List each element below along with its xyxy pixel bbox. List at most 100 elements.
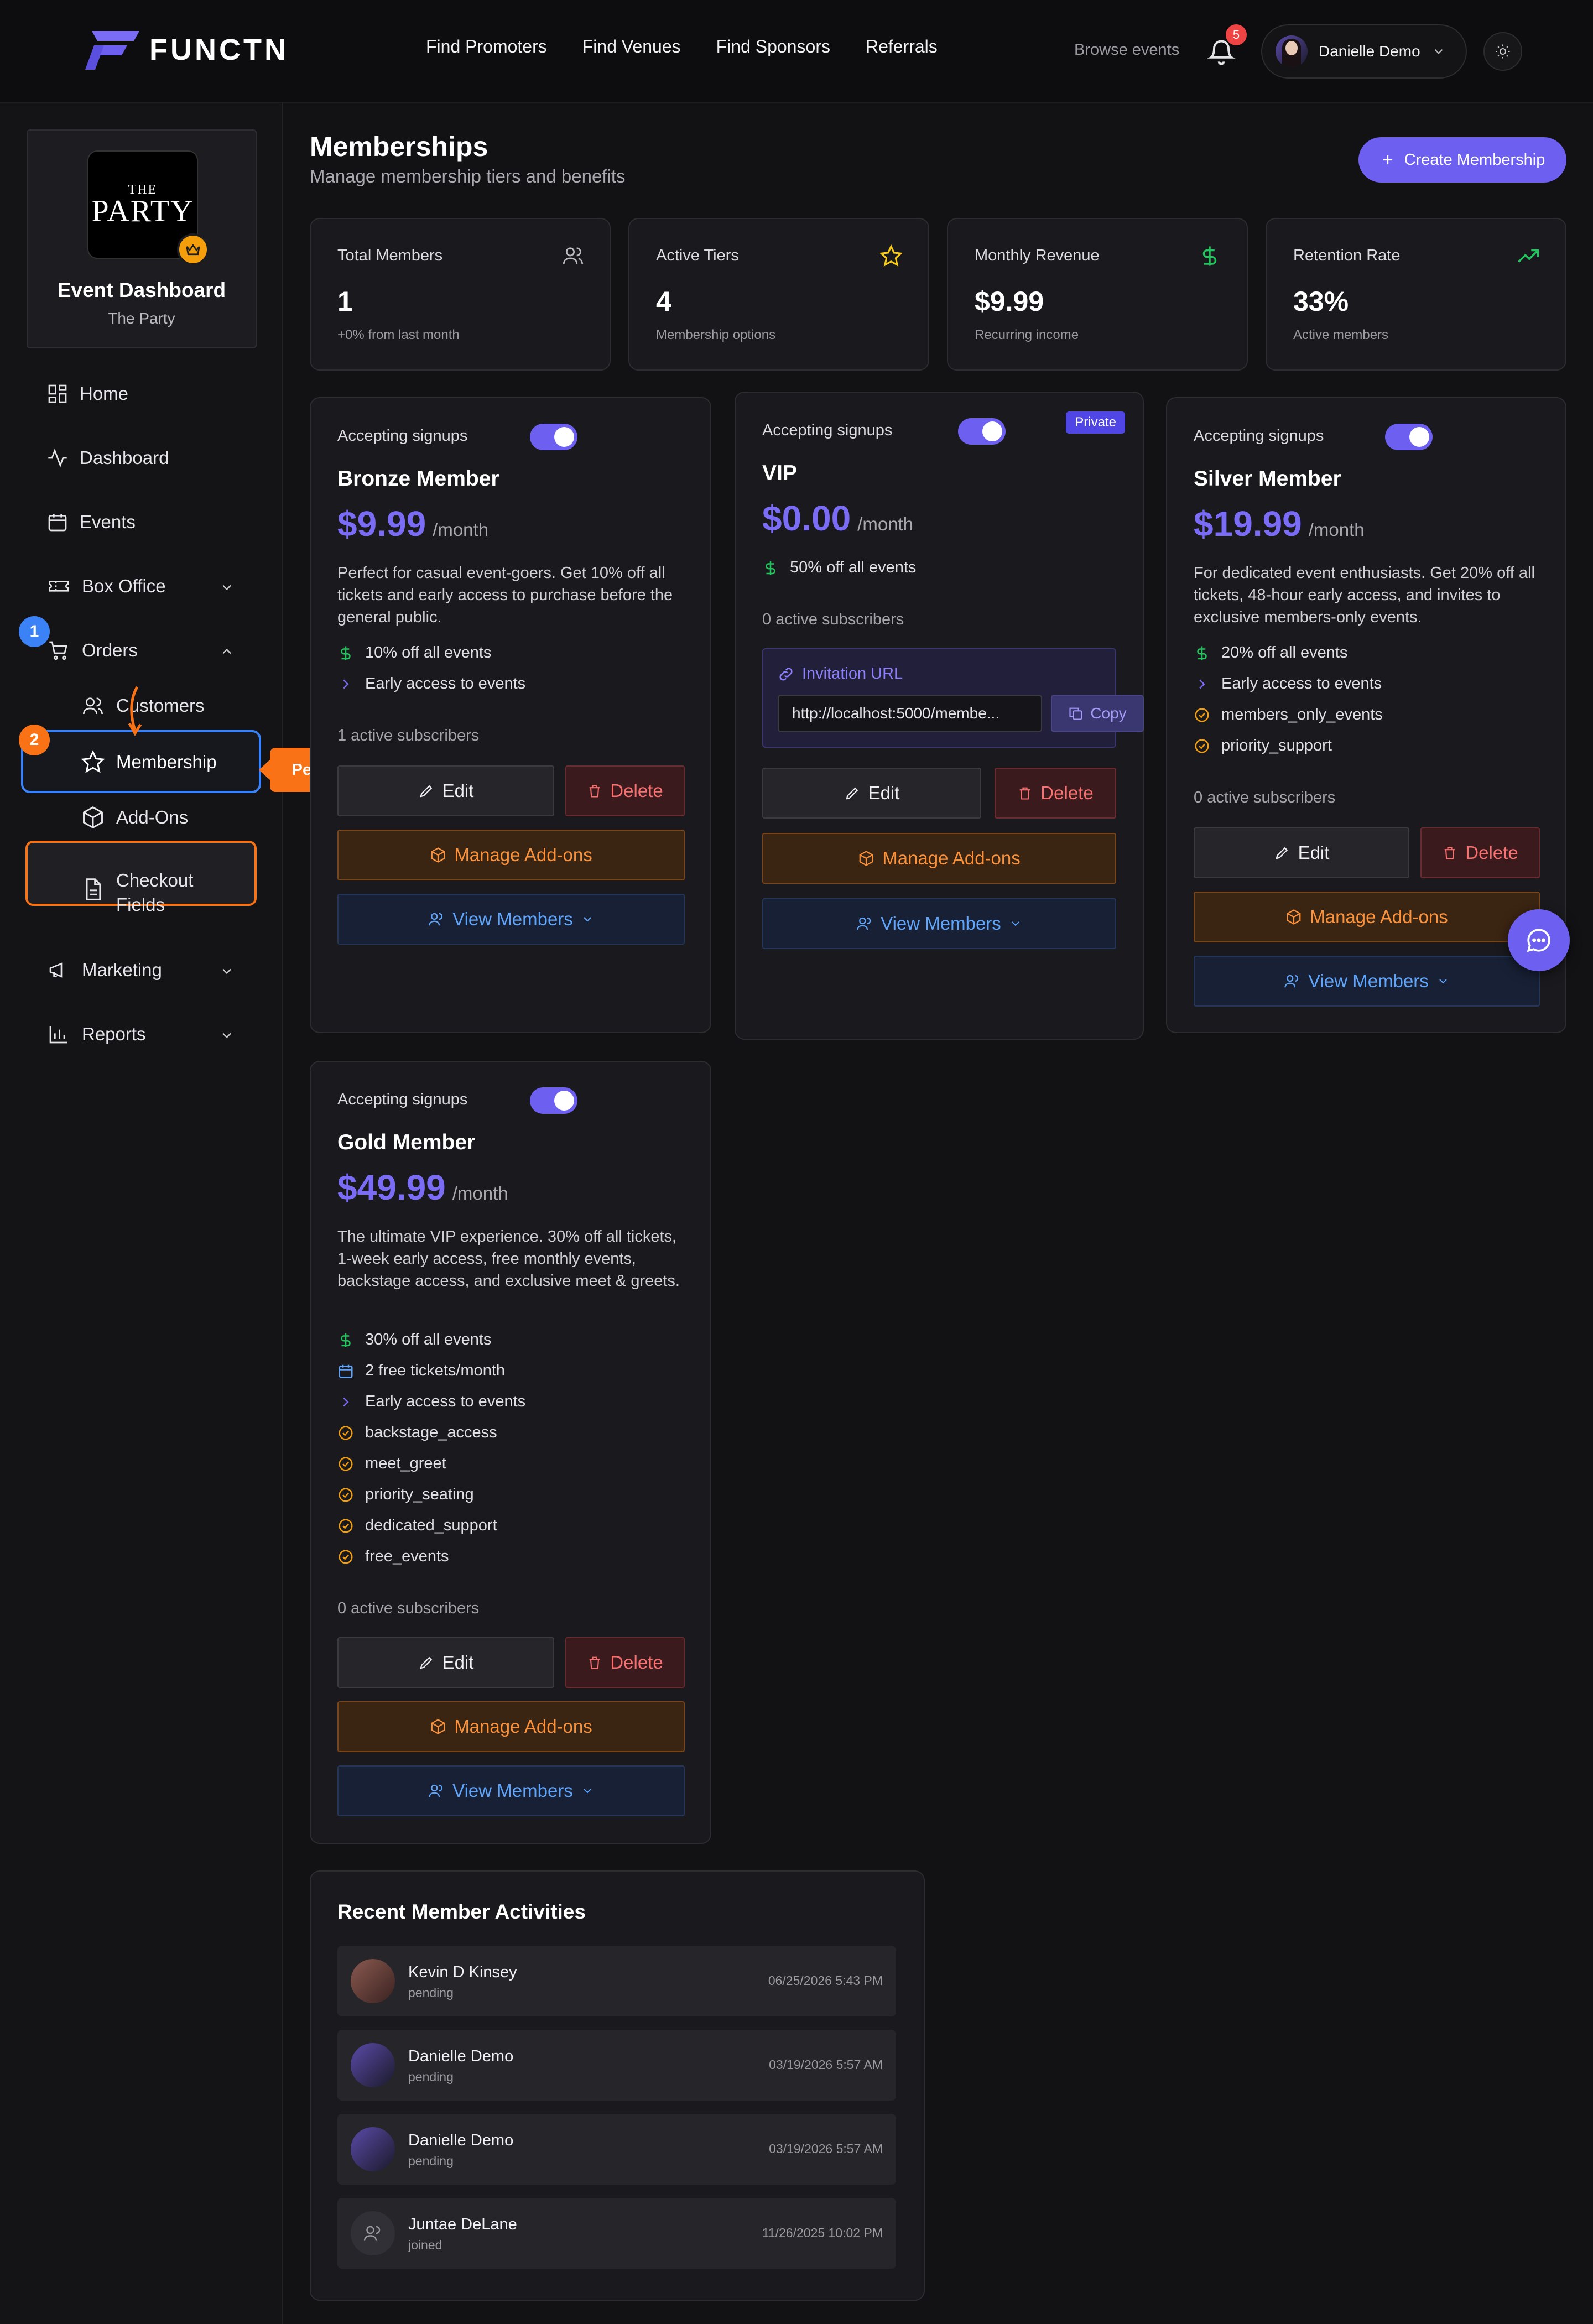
invitation-url-label: Invitation URL [802,665,903,682]
sidebar-item-events[interactable]: Events [46,511,136,533]
member-status: pending [408,1986,454,2000]
event-logo: THE PARTY [87,150,209,265]
nav-find-promoters[interactable]: Find Promoters [426,37,547,57]
activity-row[interactable]: Danielle Demo pending 03/19/2026 5:57 AM [337,2030,896,2101]
view-members-button[interactable]: View Members [762,898,1116,949]
manage-addons-button[interactable]: Manage Add-ons [1194,892,1540,942]
perk-label: free_events [365,1547,449,1565]
sidebar-item-box-office[interactable]: Box Office [46,575,166,597]
perk-label: 20% off all events [1221,644,1348,661]
chevron-up-icon[interactable] [219,644,235,659]
view-members-label: View Members [881,913,1001,934]
accepting-signups-toggle[interactable] [958,418,1006,445]
member-status: pending [408,2070,454,2084]
accepting-signups-toggle[interactable] [530,424,577,450]
stat-value: 1 [337,286,353,317]
page-title: Memberships [310,131,488,162]
main-nav: Find Promoters Find Venues Find Sponsors… [426,37,938,57]
accepting-signups-label: Accepting signups [1194,427,1324,445]
tier-description: The ultimate VIP experience. 30% off all… [337,1228,680,1290]
browse-events-link[interactable]: Browse events [1074,41,1179,59]
tier-price-period: /month [1308,519,1365,540]
tier-price-amount: $9.99 [337,504,426,544]
edit-button[interactable]: Edit [1194,827,1409,878]
tier-price-amount: $19.99 [1194,504,1302,544]
user-menu-button[interactable]: Danielle Demo [1261,24,1467,79]
trash-icon [589,785,600,798]
stat-sub: Active members [1293,327,1389,342]
activities-title: Recent Member Activities [337,1900,586,1923]
view-members-button[interactable]: View Members [337,1765,685,1816]
chevron-right-icon [343,1397,349,1406]
chevron-down-icon[interactable] [219,1028,235,1043]
activity-time: 06/25/2026 5:43 PM [768,1973,883,1988]
view-members-button[interactable]: View Members [337,894,685,945]
active-subscribers-count: 1 active subscribers [337,727,480,744]
copy-url-button[interactable]: Copy [1051,695,1144,732]
chevron-down-icon [1012,921,1019,926]
sidebar-item-dashboard[interactable]: Dashboard [46,447,169,469]
perk-item: Early access to events [337,1393,525,1411]
sidebar-item-reports[interactable]: Reports [46,1023,146,1045]
view-members-button[interactable]: View Members [1194,956,1540,1007]
sidebar-item-home[interactable]: Home [46,383,128,405]
sun-icon [1496,44,1510,59]
sidebar-item-orders[interactable]: Orders [46,639,138,661]
activity-time: 03/19/2026 5:57 AM [769,2141,883,2156]
page-subtitle: Manage membership tiers and benefits [310,166,626,186]
ticket-icon [49,581,69,592]
users-icon [1284,975,1299,988]
sidebar-item-label: Fields [116,894,165,915]
invitation-url-field[interactable]: http://localhost:5000/membe... [778,695,1042,732]
tier-description: Perfect for casual event-goers. Get 10% … [337,564,673,626]
trending-up-icon [1518,249,1539,263]
edit-button[interactable]: Edit [762,768,981,819]
accepting-signups-label: Accepting signups [762,421,893,439]
badge-check-icon [339,1457,353,1471]
create-membership-button[interactable]: Create Membership [1358,137,1566,183]
member-avatar [351,1959,395,2003]
sidebar-item-label: Home [80,383,129,404]
accepting-signups-toggle[interactable] [1385,424,1433,450]
perk-label: Early access to events [365,1393,526,1410]
accepting-signups-label: Accepting signups [337,1091,468,1108]
delete-button[interactable]: Delete [565,765,685,816]
sidebar-item-membership[interactable]: Membership [81,750,217,774]
create-membership-label: Create Membership [1404,150,1545,169]
sidebar-item-add-ons[interactable]: Add-Ons [81,805,188,830]
users-icon [351,2211,395,2255]
functn-logo[interactable]: FUNCTN [84,29,289,71]
chevron-down-icon[interactable] [219,580,235,595]
delete-button[interactable]: Delete [1420,827,1540,878]
nav-find-venues[interactable]: Find Venues [582,37,681,57]
chat-support-button[interactable] [1508,909,1570,971]
edit-label: Edit [442,780,474,801]
edit-button[interactable]: Edit [337,765,554,816]
nav-referrals[interactable]: Referrals [866,37,938,57]
private-badge: Private [1066,411,1125,434]
accepting-signups-toggle[interactable] [530,1087,577,1114]
nav-find-sponsors[interactable]: Find Sponsors [716,37,830,57]
perk-label: Early access to events [1221,675,1382,692]
trash-icon [1019,787,1030,800]
tier-card-gold: Accepting signups Gold Member $49.99 /mo… [310,1061,711,1844]
sidebar-item-marketing[interactable]: Marketing [46,959,162,981]
invitation-url-panel: Invitation URL http://localhost:5000/mem… [762,648,1144,748]
file-text-icon [86,878,101,900]
edit-button[interactable]: Edit [337,1637,554,1688]
activity-row[interactable]: Kevin D Kinsey pending 06/25/2026 5:43 P… [337,1946,896,2016]
star-icon [879,244,903,267]
sidebar-item-checkout-fields[interactable]: Checkout Fields [81,868,193,917]
activity-row[interactable]: Juntae DeLane joined 11/26/2025 10:02 PM [337,2198,896,2269]
manage-addons-button[interactable]: Manage Add-ons [337,830,685,880]
manage-addons-button[interactable]: Manage Add-ons [762,833,1116,884]
delete-button[interactable]: Delete [995,768,1116,819]
activity-time: 03/19/2026 5:57 AM [769,2057,883,2072]
activity-row[interactable]: Danielle Demo pending 03/19/2026 5:57 AM [337,2114,896,2185]
perk-item: free_events [337,1547,449,1566]
manage-addons-button[interactable]: Manage Add-ons [337,1701,685,1752]
chevron-down-icon[interactable] [219,963,235,979]
tier-price-period: /month [433,519,489,540]
theme-toggle-button[interactable] [1483,32,1522,71]
delete-button[interactable]: Delete [565,1637,685,1688]
